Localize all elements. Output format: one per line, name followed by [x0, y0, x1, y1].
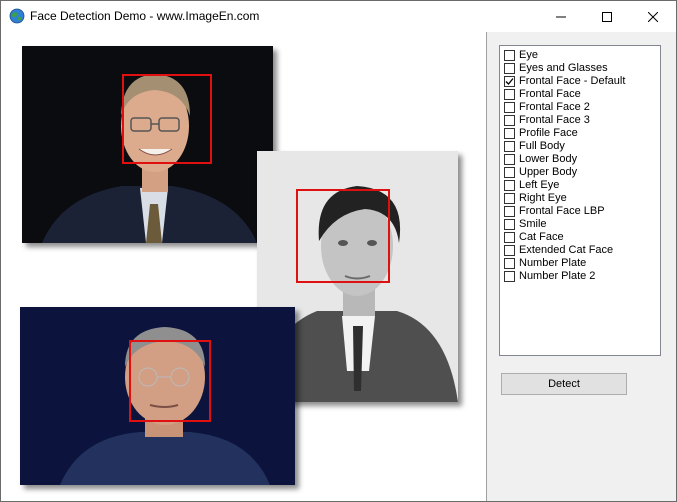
classifier-item-number-plate[interactable]: Number Plate — [504, 257, 586, 270]
classifier-item-frontal-face-lbp[interactable]: Frontal Face LBP — [504, 205, 605, 218]
minimize-icon — [556, 16, 566, 17]
classifier-item-number-plate-2[interactable]: Number Plate 2 — [504, 270, 595, 283]
globe-app-icon — [9, 8, 25, 24]
checkbox[interactable] — [504, 193, 515, 204]
close-button[interactable] — [630, 1, 676, 32]
checkbox[interactable] — [504, 102, 515, 113]
classifier-item-extended-cat-face[interactable]: Extended Cat Face — [504, 244, 613, 257]
classifier-item-full-body[interactable]: Full Body — [504, 140, 565, 153]
classifier-label: Lower Body — [519, 153, 578, 165]
checkbox[interactable] — [504, 258, 515, 269]
detect-button[interactable]: Detect — [501, 373, 627, 395]
classifier-label: Number Plate 2 — [519, 270, 596, 282]
classifier-label: Frontal Face LBP — [519, 205, 605, 217]
classifier-checklist[interactable]: Eye Eyes and Glasses Frontal Face - Defa… — [499, 45, 661, 356]
checkbox[interactable] — [504, 89, 515, 100]
classifier-label: Frontal Face — [519, 88, 581, 100]
classifier-label: Eye — [519, 49, 538, 61]
classifier-label: Profile Face — [519, 127, 578, 139]
classifier-item-frontal-face-2[interactable]: Frontal Face 2 — [504, 101, 590, 114]
close-icon — [648, 11, 658, 22]
classifier-item-frontal-face-default[interactable]: Frontal Face - Default — [504, 75, 625, 88]
checkbox[interactable] — [504, 154, 515, 165]
classifier-label: Left Eye — [519, 179, 560, 191]
face-detection-box — [122, 74, 212, 164]
checkbox[interactable] — [504, 141, 515, 152]
checkbox[interactable] — [504, 271, 515, 282]
classifier-item-cat-face[interactable]: Cat Face — [504, 231, 564, 244]
classifier-label: Frontal Face 2 — [519, 101, 590, 113]
classifier-item-eye[interactable]: Eye — [504, 49, 538, 62]
image-canvas[interactable] — [1, 32, 487, 501]
checkbox[interactable] — [504, 50, 515, 61]
classifier-item-right-eye[interactable]: Right Eye — [504, 192, 567, 205]
checkbox[interactable] — [504, 219, 515, 230]
title-bar: Face Detection Demo - www.ImageEn.com — [1, 1, 676, 32]
minimize-button[interactable] — [538, 1, 584, 32]
classifier-label: Upper Body — [519, 166, 578, 178]
classifier-label: Frontal Face 3 — [519, 114, 590, 126]
classifier-item-frontal-face-3[interactable]: Frontal Face 3 — [504, 114, 590, 127]
classifier-item-eyes-and-glasses[interactable]: Eyes and Glasses — [504, 62, 608, 75]
classifier-item-lower-body[interactable]: Lower Body — [504, 153, 577, 166]
checkbox[interactable] — [504, 206, 515, 217]
checkbox[interactable] — [504, 167, 515, 178]
classifier-label: Extended Cat Face — [519, 244, 614, 256]
checkbox-checked[interactable] — [504, 76, 515, 87]
classifier-label: Frontal Face - Default — [519, 75, 626, 87]
classifier-label: Right Eye — [519, 192, 567, 204]
classifier-item-smile[interactable]: Smile — [504, 218, 547, 231]
checkbox[interactable] — [504, 232, 515, 243]
checkbox[interactable] — [504, 180, 515, 191]
classifier-label: Eyes and Glasses — [519, 62, 608, 74]
classifier-item-upper-body[interactable]: Upper Body — [504, 166, 577, 179]
classifier-item-frontal-face[interactable]: Frontal Face — [504, 88, 581, 101]
checkbox[interactable] — [504, 63, 515, 74]
face-detection-box — [129, 340, 211, 422]
classifier-item-profile-face[interactable]: Profile Face — [504, 127, 578, 140]
window-title: Face Detection Demo - www.ImageEn.com — [30, 9, 260, 23]
maximize-icon — [602, 11, 612, 22]
classifier-label: Number Plate — [519, 257, 587, 269]
face-detection-box — [296, 189, 390, 283]
checkbox[interactable] — [504, 128, 515, 139]
classifier-item-left-eye[interactable]: Left Eye — [504, 179, 559, 192]
classifier-label: Full Body — [519, 140, 565, 152]
maximize-button[interactable] — [584, 1, 630, 32]
checkbox[interactable] — [504, 245, 515, 256]
checkmark-icon — [505, 78, 514, 85]
classifier-label: Cat Face — [519, 231, 564, 243]
classifier-label: Smile — [519, 218, 547, 230]
app-window: Face Detection Demo - www.ImageEn.com Ey… — [0, 0, 677, 502]
checkbox[interactable] — [504, 115, 515, 126]
